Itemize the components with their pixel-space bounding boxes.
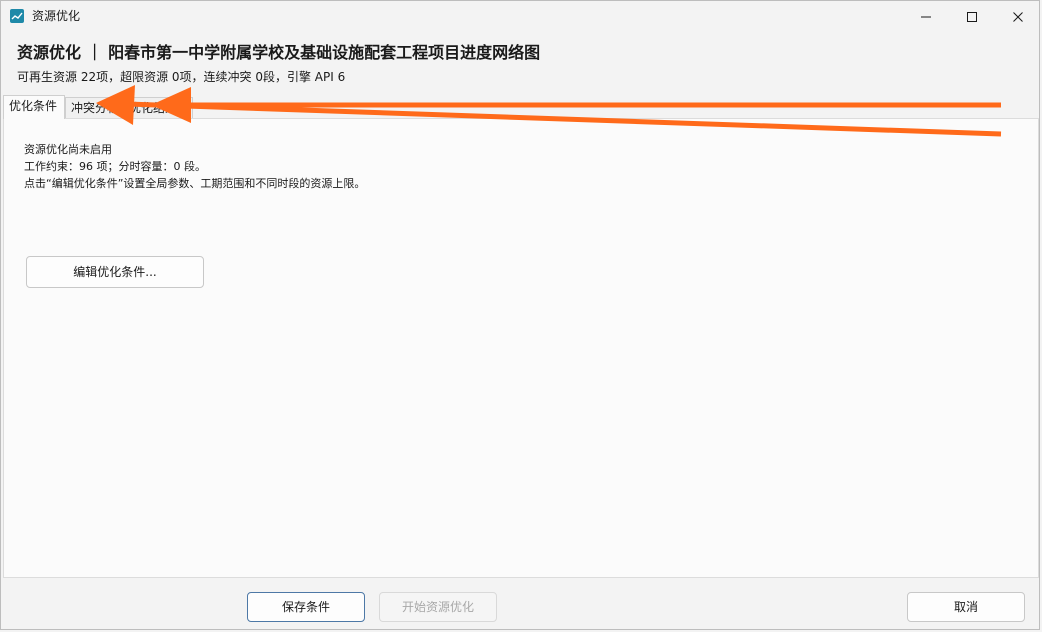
minimize-icon	[921, 16, 931, 18]
optimization-conditions-panel: 资源优化尚未启用 工作约束：96 项；分时容量：0 段。 点击“编辑优化条件”设…	[3, 118, 1039, 578]
resource-summary: 可再生资源 22项，超限资源 0项，连续冲突 0段，引擎 API 6	[17, 70, 346, 84]
maximize-icon	[967, 12, 977, 22]
window-title: 资源优化	[32, 9, 81, 23]
cancel-button[interactable]: 取消	[907, 592, 1025, 622]
maximize-button[interactable]	[949, 1, 995, 32]
page-title: 资源优化 ｜ 阳春市第一中学附属学校及基础设施配套工程项目进度网络图	[17, 43, 541, 62]
resource-optimization-window: 资源优化 资源优化 ｜ 阳春市第一中学附属学校及基础设施配套工程项目进度网络图 …	[0, 0, 1040, 630]
status-line-not-enabled: 资源优化尚未启用	[24, 143, 112, 156]
tab-strip: 优化条件 冲突分析 优化结果	[3, 95, 1039, 119]
status-text: 资源优化尚未启用 工作约束：96 项；分时容量：0 段。 点击“编辑优化条件”设…	[24, 141, 365, 192]
chart-line-icon	[10, 9, 24, 23]
tab-conflict-analysis[interactable]: 冲突分析	[65, 97, 123, 119]
dialog-header: 资源优化 ｜ 阳春市第一中学附属学校及基础设施配套工程项目进度网络图 可再生资源…	[17, 41, 540, 85]
tab-optimization-conditions[interactable]: 优化条件	[3, 95, 65, 119]
save-conditions-button[interactable]: 保存条件	[247, 592, 365, 622]
edit-conditions-button[interactable]: 编辑优化条件...	[26, 256, 204, 288]
close-icon	[1013, 12, 1023, 22]
close-button[interactable]	[995, 1, 1039, 32]
tab-optimization-results[interactable]: 优化结果	[123, 97, 193, 119]
title-bar[interactable]: 资源优化	[1, 1, 1039, 32]
minimize-button[interactable]	[903, 1, 949, 32]
status-line-hint: 点击“编辑优化条件”设置全局参数、工期范围和不同时段的资源上限。	[24, 177, 366, 190]
start-optimization-button: 开始资源优化	[379, 592, 497, 622]
status-line-constraints: 工作约束：96 项；分时容量：0 段。	[24, 160, 206, 173]
